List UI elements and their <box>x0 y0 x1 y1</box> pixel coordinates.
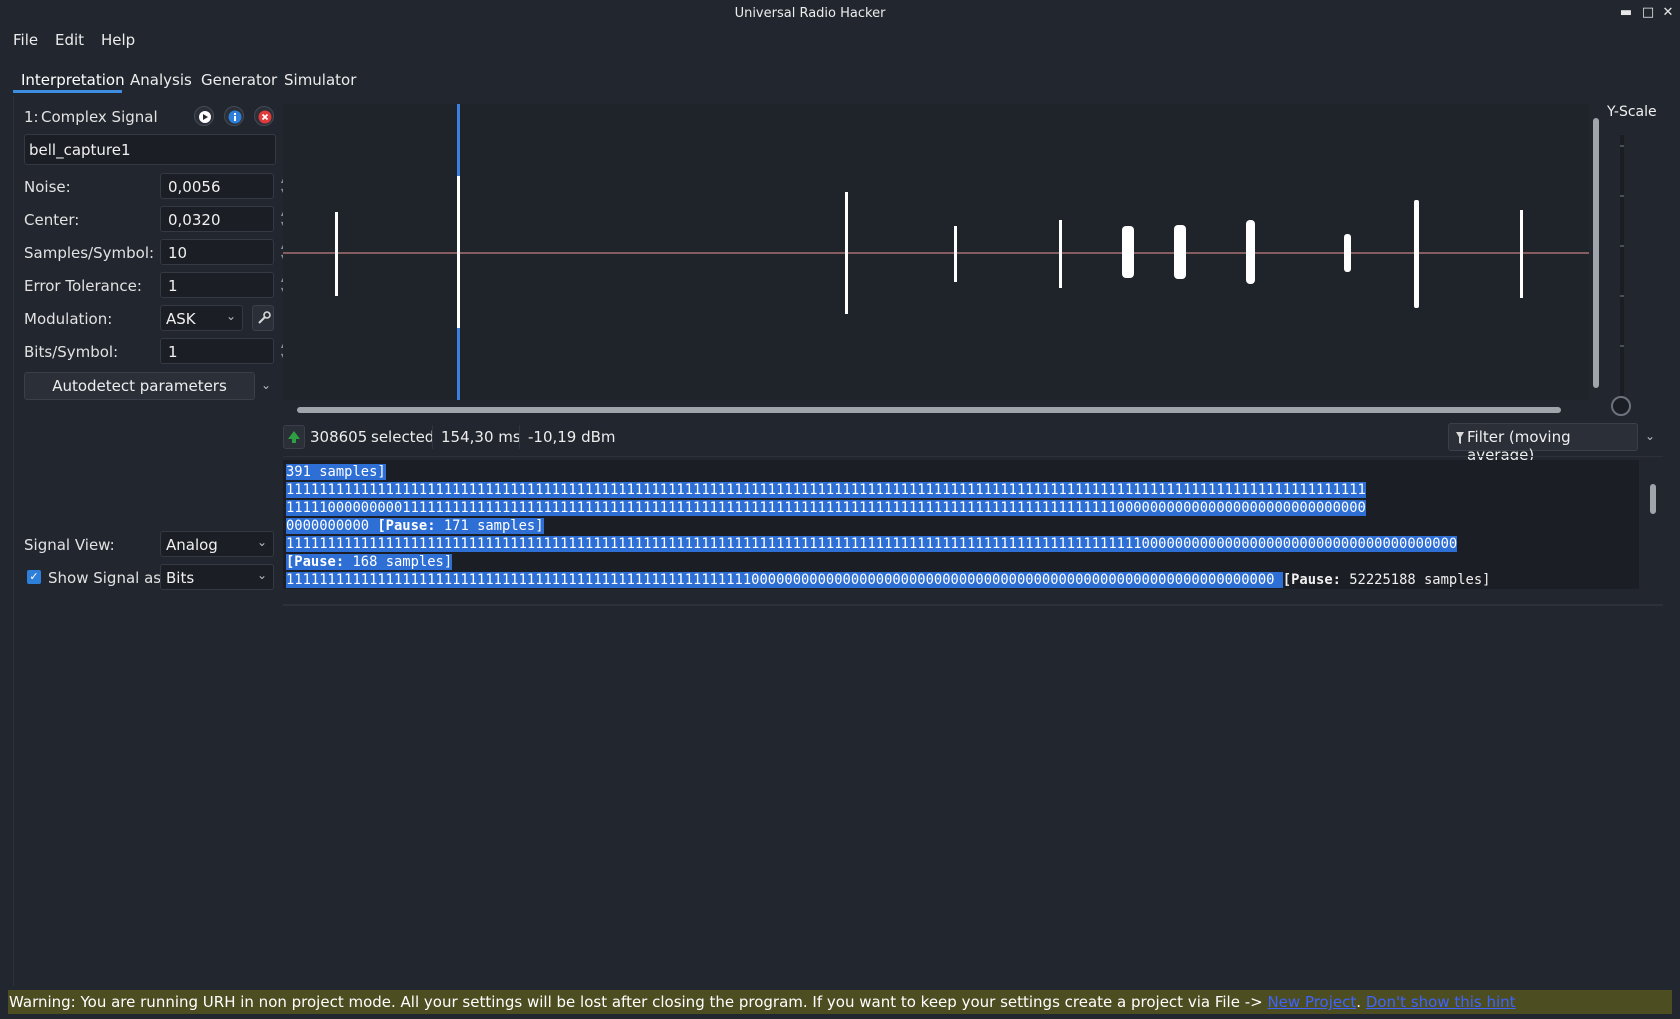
bits-symbol-label: Bits/Symbol: <box>24 343 119 361</box>
splitter[interactable] <box>283 456 1663 457</box>
bits-view[interactable]: 391 samples] 111111111111111111111111111… <box>283 460 1639 589</box>
splitter[interactable] <box>283 604 1663 606</box>
selected-count: 308605 <box>310 428 368 446</box>
chevron-down-icon: ⌄ <box>256 535 267 549</box>
arrow-up-icon <box>288 431 300 443</box>
samples-symbol-value: 10 <box>168 244 188 262</box>
bits-line: 1111111111111111111111111111111111111111… <box>286 572 1283 588</box>
play-icon[interactable] <box>194 106 214 126</box>
bits-symbol-spinbox[interactable]: 1 ▲▼ <box>160 338 287 364</box>
filter-button[interactable]: Filter (moving average) <box>1448 423 1638 464</box>
center-spinbox[interactable]: 0,0320 ▲▼ <box>160 206 287 232</box>
maximize-icon[interactable]: □ <box>1640 5 1656 21</box>
modulation-value: ASK <box>166 310 196 328</box>
show-signal-as-checkbox[interactable]: ✓ <box>27 570 41 584</box>
pause-marker: [Pause: <box>286 554 345 570</box>
noise-label: Noise: <box>24 178 71 196</box>
signal-type-label: Complex Signal <box>41 108 158 126</box>
bits-symbol-value: 1 <box>168 343 178 361</box>
filter-icon <box>1456 432 1464 444</box>
noise-spinbox[interactable]: 0,0056 ▲▼ <box>160 173 287 199</box>
selection-info-button[interactable] <box>283 425 305 449</box>
autodetect-options-chevron-icon[interactable]: ⌄ <box>257 373 275 399</box>
yscale-slider-handle[interactable] <box>1611 396 1631 416</box>
info-divider <box>432 425 433 449</box>
bits-line: 391 samples] <box>286 464 386 480</box>
menu-edit[interactable]: Edit <box>49 31 90 49</box>
signal-view-value: Analog <box>166 536 218 554</box>
pause-marker: [Pause: <box>377 518 436 534</box>
signal-waveform <box>283 104 1589 400</box>
status-message: Warning: You are running URH in non proj… <box>9 993 1516 1011</box>
bits-line: 1111111111111111111111111111111111111111… <box>286 536 1458 552</box>
signal-name-value: bell_capture1 <box>29 141 131 159</box>
info-divider <box>519 425 520 449</box>
bits-line: 1111111111111111111111111111111111111111… <box>286 482 1366 498</box>
menu-help[interactable]: Help <box>95 31 141 49</box>
noise-value: 0,0056 <box>168 178 221 196</box>
signal-view-select[interactable]: Analog ⌄ <box>160 531 274 557</box>
show-signal-as-value: Bits <box>166 569 195 587</box>
selection-duration: 154,30 ms <box>441 428 521 446</box>
graph-vertical-scrollbar[interactable] <box>1593 118 1599 388</box>
active-tab-indicator <box>13 90 122 93</box>
yscale-ticks <box>1620 145 1624 347</box>
yscale-slider[interactable] <box>1620 135 1624 397</box>
selected-label: selected <box>371 428 435 446</box>
signal-name-field[interactable]: bell_capture1 <box>24 134 276 165</box>
warning-text: Warning: You are running URH in non proj… <box>9 993 1268 1011</box>
new-project-link[interactable]: New Project <box>1267 993 1356 1011</box>
close-icon[interactable]: ✕ <box>1660 5 1676 21</box>
chevron-down-icon: ⌄ <box>225 309 236 323</box>
signal-view-label: Signal View: <box>24 536 115 554</box>
left-border <box>13 96 14 986</box>
modulation-settings-button[interactable] <box>252 305 274 331</box>
status-bar: Warning: You are running URH in non proj… <box>8 990 1672 1014</box>
tab-generator[interactable]: Generator <box>197 71 281 89</box>
modulation-select[interactable]: ASK ⌄ <box>160 305 243 331</box>
error-tolerance-value: 1 <box>168 277 178 295</box>
tab-simulator[interactable]: Simulator <box>280 71 360 89</box>
center-label: Center: <box>24 211 80 229</box>
samples-symbol-label: Samples/Symbol: <box>24 244 155 262</box>
signal-graph[interactable] <box>283 104 1589 400</box>
error-tolerance-spinbox[interactable]: 1 ▲▼ <box>160 272 287 298</box>
filter-options-chevron-icon[interactable]: ⌄ <box>1642 425 1658 449</box>
menu-file[interactable]: File <box>7 31 44 49</box>
tab-analysis[interactable]: Analysis <box>126 71 196 89</box>
chevron-down-icon: ⌄ <box>256 568 267 582</box>
wrench-icon <box>258 311 271 324</box>
tab-interpretation[interactable]: Interpretation <box>17 71 129 89</box>
minimize-icon[interactable]: ▬ <box>1618 5 1634 21</box>
samples-symbol-spinbox[interactable]: 10 ▲▼ <box>160 239 287 265</box>
error-tolerance-label: Error Tolerance: <box>24 277 142 295</box>
bits-line: 1111100000000011111111111111111111111111… <box>286 500 1366 516</box>
yscale-label: Y-Scale <box>1607 104 1657 120</box>
pause-samples: 52225188 samples] <box>1340 572 1491 588</box>
center-value: 0,0320 <box>168 211 221 229</box>
link-separator: . <box>1356 993 1366 1011</box>
pause-marker: [Pause: <box>1282 572 1341 588</box>
show-signal-as-select[interactable]: Bits ⌄ <box>160 564 274 590</box>
modulation-label: Modulation: <box>24 310 113 328</box>
autodetect-button[interactable]: Autodetect parameters <box>24 372 255 400</box>
selection-power: -10,19 dBm <box>528 428 616 446</box>
info-icon[interactable] <box>224 106 244 126</box>
bits-view-scrollbar[interactable] <box>1650 484 1656 514</box>
show-signal-as-label: Show Signal as <box>48 569 162 587</box>
pause-samples: 171 samples] <box>435 518 544 534</box>
graph-horizontal-scrollbar[interactable] <box>297 407 1561 413</box>
filter-label: Filter (moving average) <box>1467 428 1571 464</box>
window-title: Universal Radio Hacker <box>734 6 886 21</box>
bits-line: 0000000000 <box>286 518 378 534</box>
dont-show-hint-link[interactable]: Don't show this hint <box>1366 993 1516 1011</box>
close-signal-icon[interactable] <box>254 106 274 126</box>
pause-samples: 168 samples] <box>344 554 453 570</box>
signal-index: 1: <box>24 108 39 126</box>
